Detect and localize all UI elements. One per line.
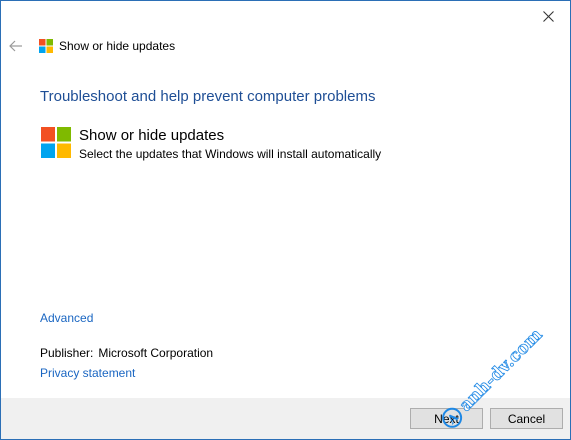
next-button[interactable]: Next [410,408,483,429]
tool-title: Show or hide updates [79,127,225,144]
troubleshooter-window: Show or hide updates Troubleshoot and he… [0,0,571,440]
windows-logo-icon [39,39,53,53]
page-heading: Troubleshoot and help prevent computer p… [40,88,376,105]
advanced-link[interactable]: Advanced [40,311,93,326]
window-title: Show or hide updates [59,39,176,53]
footer-bar: Next Cancel [1,398,570,439]
close-icon [542,10,554,22]
publisher-info: Publisher: Microsoft Corporation [40,346,213,361]
close-button[interactable] [526,1,570,31]
privacy-statement-link[interactable]: Privacy statement [40,366,135,381]
tool-description: Select the updates that Windows will ins… [79,147,382,161]
cancel-button[interactable]: Cancel [490,408,563,429]
publisher-label: Publisher: [40,346,94,360]
title-bar [1,1,570,31]
publisher-value: Microsoft Corporation [98,346,214,360]
back-button[interactable] [5,35,27,57]
back-arrow-icon [9,40,22,52]
windows-logo-icon [41,127,71,158]
